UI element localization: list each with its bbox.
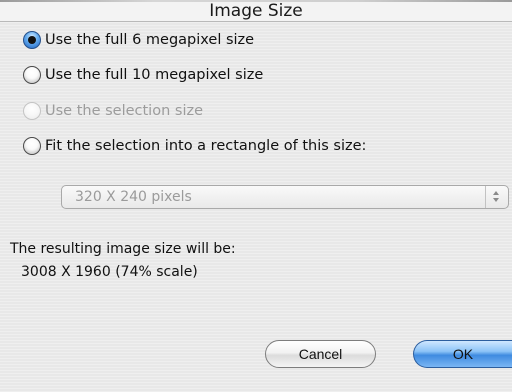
rectangle-size-value: 320 X 240 pixels <box>75 189 192 205</box>
popup-stepper-icon <box>485 186 508 208</box>
radio-selected-icon[interactable] <box>23 31 41 49</box>
radio-option-selection-size: Use the selection size <box>23 100 203 122</box>
radio-unselected-icon[interactable] <box>23 137 41 155</box>
radio-option-10-megapixel[interactable]: Use the full 10 megapixel size <box>23 64 263 86</box>
result-value: 3008 X 1960 (74% scale) <box>21 264 198 280</box>
image-size-dialog: Image Size Use the full 6 megapixel size… <box>0 0 512 392</box>
result-label: The resulting image size will be: <box>10 241 236 257</box>
dialog-title: Image Size <box>209 1 303 21</box>
cancel-button[interactable]: Cancel <box>265 340 376 368</box>
chevron-up-icon <box>493 191 499 195</box>
radio-disabled-icon <box>23 102 41 120</box>
radio-option-fit-rectangle[interactable]: Fit the selection into a rectangle of th… <box>23 135 366 157</box>
ok-button[interactable]: OK <box>413 340 512 368</box>
radio-label-fit-rectangle: Fit the selection into a rectangle of th… <box>45 138 367 154</box>
rectangle-size-popup: 320 X 240 pixels <box>61 185 509 209</box>
radio-label-6-megapixel: Use the full 6 megapixel size <box>45 32 255 48</box>
radio-unselected-icon[interactable] <box>23 66 41 84</box>
chevron-down-icon <box>493 198 499 202</box>
radio-label-selection-size: Use the selection size <box>45 103 203 119</box>
radio-label-10-megapixel: Use the full 10 megapixel size <box>45 67 264 83</box>
title-bar[interactable]: Image Size <box>0 0 512 22</box>
radio-option-6-megapixel[interactable]: Use the full 6 megapixel size <box>23 29 254 51</box>
